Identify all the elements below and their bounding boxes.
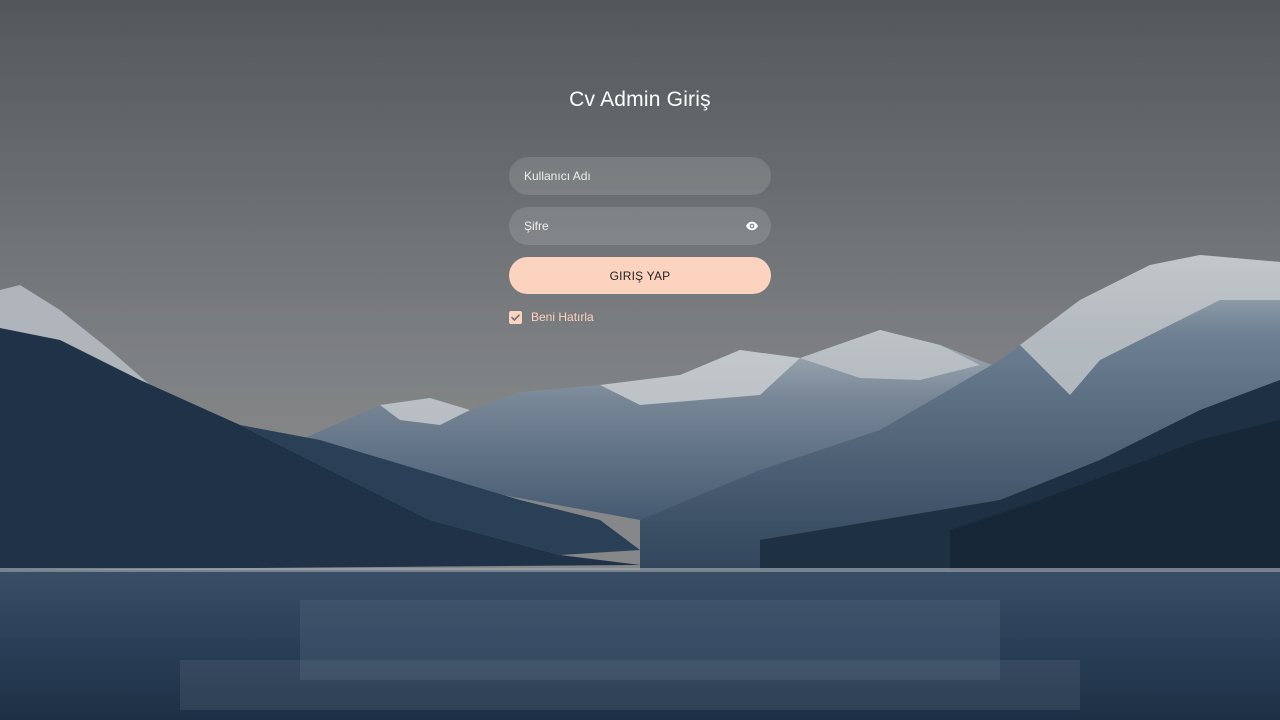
login-button[interactable]: GIRIŞ YAP [509,257,771,294]
username-input[interactable] [509,157,771,195]
login-form: Cv Admin Giriş GIRIŞ YAP Beni Hatırla [509,86,771,324]
username-field-wrapper [509,157,771,195]
password-input[interactable] [509,207,771,245]
remember-me-row: Beni Hatırla [509,310,771,324]
remember-me-checkbox[interactable] [509,310,522,324]
eye-icon[interactable] [745,219,759,233]
password-field-wrapper [509,207,771,245]
checkmark-icon [511,313,520,321]
page-title: Cv Admin Giriş [569,88,711,111]
remember-me-label[interactable]: Beni Hatırla [531,310,594,324]
login-page: Cv Admin Giriş GIRIŞ YAP Beni Hatırla [0,0,1280,720]
